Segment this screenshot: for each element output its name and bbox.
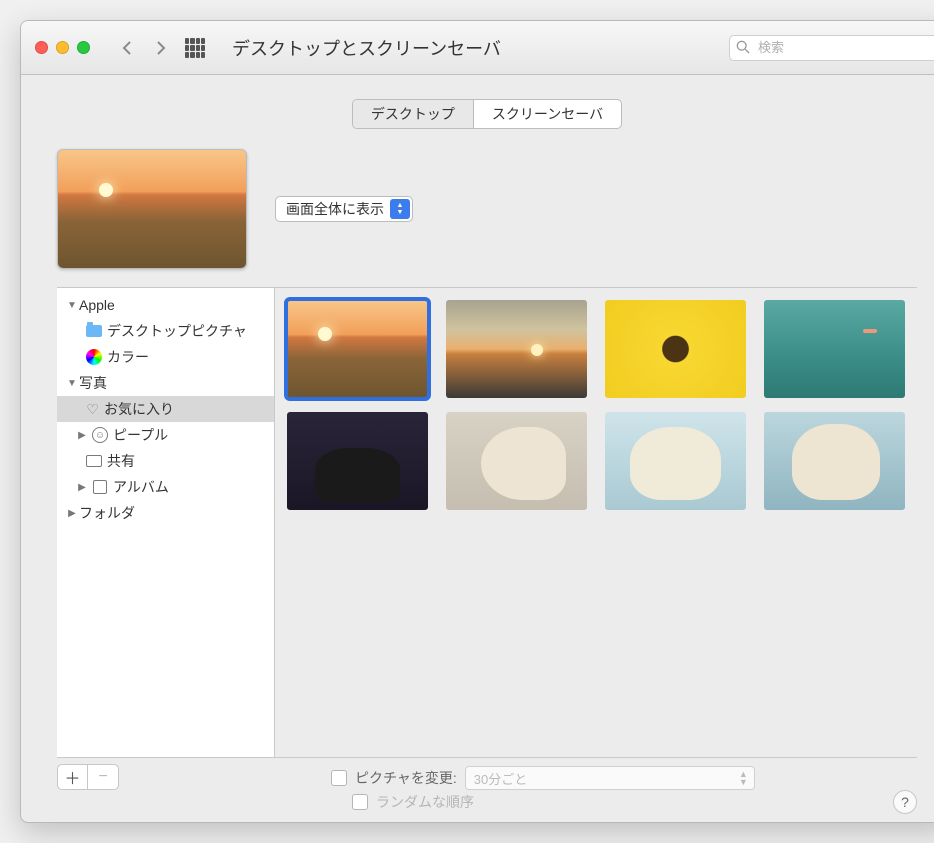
zoom-button[interactable] (77, 41, 90, 54)
close-button[interactable] (35, 41, 48, 54)
window-title: デスクトップとスクリーンセーバ (232, 35, 721, 61)
nav-controls (116, 37, 206, 59)
fill-mode-value: 画面全体に表示 (286, 199, 384, 219)
search-wrap (729, 35, 934, 61)
sidebar-item-colors[interactable]: カラー (57, 344, 274, 370)
folder-icon (85, 322, 103, 340)
heart-icon: ♡ (85, 402, 100, 417)
interval-value: 30分ごと (474, 769, 527, 788)
sidebar-label: デスクトップピクチャ (107, 321, 247, 341)
thumbnail-4[interactable] (764, 300, 905, 398)
sidebar-label: お気に入り (104, 399, 174, 419)
remove-folder-button[interactable]: − (88, 765, 118, 789)
random-order-row: ランダムな順序 (352, 792, 881, 812)
sidebar-group-apple[interactable]: ▼ Apple (57, 292, 274, 318)
sidebar-label: アルバム (113, 477, 169, 497)
tabs: デスクトップ スクリーンセーバ (21, 99, 934, 129)
grid-icon (185, 38, 205, 58)
add-folder-button[interactable]: ＋ (58, 765, 88, 789)
album-icon (91, 478, 109, 496)
search-icon (736, 40, 750, 57)
thumbnail-6[interactable] (446, 412, 587, 510)
source-sidebar[interactable]: ▼ Apple デスクトップピクチャ カラー ▼ 写真 ♡ お気に入り (57, 288, 275, 757)
tab-desktop[interactable]: デスクトップ (353, 100, 474, 128)
sidebar-label: 共有 (107, 451, 135, 471)
sidebar-item-favorites[interactable]: ♡ お気に入り (57, 396, 274, 422)
sidebar-group-photos[interactable]: ▼ 写真 (57, 370, 274, 396)
chevron-right-icon: ▶ (75, 482, 89, 493)
content-row: ▼ Apple デスクトップピクチャ カラー ▼ 写真 ♡ お気に入り (57, 287, 917, 758)
chevron-down-icon: ▼ (65, 300, 79, 311)
change-interval-select[interactable]: 30分ごと ▲▼ (465, 766, 755, 790)
thumbnail-2[interactable] (446, 300, 587, 398)
sidebar-label: フォルダ (79, 503, 135, 523)
change-picture-checkbox[interactable] (331, 770, 347, 786)
sidebar-label: Apple (79, 297, 115, 313)
help-button[interactable]: ? (893, 790, 917, 814)
random-order-checkbox[interactable] (352, 794, 368, 810)
chevron-down-icon: ▼ (65, 378, 79, 389)
thumbnail-1[interactable] (287, 300, 428, 398)
random-order-label: ランダムな順序 (376, 792, 474, 812)
people-icon: ☺ (91, 426, 109, 444)
show-all-button[interactable] (184, 37, 206, 59)
color-wheel-icon (85, 348, 103, 366)
thumbnail-5[interactable] (287, 412, 428, 510)
titlebar: デスクトップとスクリーンセーバ (21, 21, 934, 75)
window-controls (35, 41, 90, 54)
sidebar-label: カラー (107, 347, 149, 367)
preferences-window: デスクトップとスクリーンセーバ デスクトップ スクリーンセーバ 画面全体に表示 … (20, 20, 934, 823)
tab-screensaver[interactable]: スクリーンセーバ (474, 100, 621, 128)
sidebar-label: 写真 (79, 373, 107, 393)
options: ピクチャを変更: 30分ごと ▲▼ ランダムな順序 (331, 764, 881, 814)
minimize-button[interactable] (56, 41, 69, 54)
forward-button[interactable] (150, 37, 172, 59)
sidebar-item-people[interactable]: ▶ ☺ ピープル (57, 422, 274, 448)
search-input[interactable] (729, 35, 934, 61)
change-picture-label: ピクチャを変更: (355, 768, 457, 788)
chevron-right-icon: ▶ (75, 430, 89, 441)
sidebar-group-folders[interactable]: ▶ フォルダ (57, 500, 274, 526)
thumbnail-3[interactable] (605, 300, 746, 398)
body: デスクトップ スクリーンセーバ 画面全体に表示 ▲▼ ▼ Apple デスクトッ… (21, 75, 934, 822)
change-picture-row: ピクチャを変更: 30分ごと ▲▼ (331, 766, 881, 790)
chevron-right-icon: ▶ (65, 508, 79, 519)
thumbnail-gallery[interactable] (275, 288, 917, 757)
sidebar-item-desktop-pictures[interactable]: デスクトップピクチャ (57, 318, 274, 344)
sidebar-item-albums[interactable]: ▶ アルバム (57, 474, 274, 500)
thumbnail-8[interactable] (764, 412, 905, 510)
fill-mode-select[interactable]: 画面全体に表示 ▲▼ (275, 196, 413, 222)
add-remove-control: ＋ − (57, 764, 119, 790)
current-desktop-preview (57, 149, 247, 269)
select-arrows-icon: ▲▼ (739, 770, 748, 786)
bottom-bar: ＋ − ピクチャを変更: 30分ごと ▲▼ ランダムな順序 ? (21, 758, 934, 814)
back-button[interactable] (116, 37, 138, 59)
shared-icon (85, 452, 103, 470)
thumbnail-7[interactable] (605, 412, 746, 510)
sidebar-item-shared[interactable]: 共有 (57, 448, 274, 474)
preview-row: 画面全体に表示 ▲▼ (21, 149, 934, 287)
select-arrows-icon: ▲▼ (390, 199, 410, 219)
tab-segmented-control: デスクトップ スクリーンセーバ (352, 99, 622, 129)
sidebar-label: ピープル (113, 425, 168, 445)
